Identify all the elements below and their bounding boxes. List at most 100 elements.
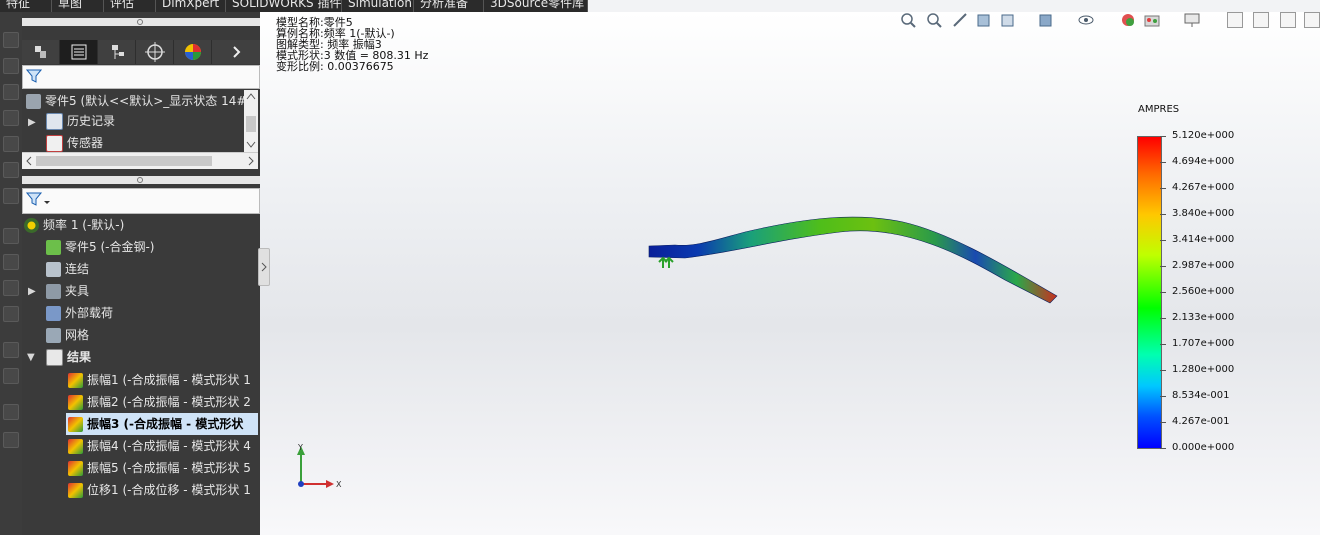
dimxpert-manager-tab[interactable] — [136, 40, 174, 64]
panel-splitter[interactable] — [22, 176, 260, 184]
property-manager-tab[interactable] — [60, 40, 98, 64]
graphics-area[interactable]: 模型名称:零件5 算例名称:频率 1(-默认-) 图解类型: 频率 振幅3 模式… — [260, 12, 1320, 535]
tool-icon[interactable] — [3, 306, 19, 322]
result-item-displacement1[interactable]: 位移1 (-合成位移 - 模式形状 1 — [68, 479, 251, 501]
tool-icon[interactable] — [3, 188, 19, 204]
legend-value: 4.267e-001 — [1172, 416, 1230, 427]
legend-tick — [1160, 344, 1166, 345]
results-label: 结果 — [67, 350, 92, 364]
filter-icon — [26, 69, 42, 83]
tool-icon[interactable] — [3, 404, 19, 420]
results-folder-icon — [46, 349, 63, 366]
tool-icon[interactable] — [3, 432, 19, 448]
tab-solidworks-addins[interactable]: SOLIDWORKS 插件 — [226, 0, 342, 12]
upper-tree-horizontal-scrollbar[interactable] — [22, 152, 258, 169]
zoom-area-icon[interactable] — [926, 12, 942, 28]
panel-collapse-handle[interactable] — [258, 248, 270, 286]
sensor-icon — [46, 135, 63, 152]
study-root-item[interactable]: 频率 1 (-默认-) — [24, 214, 124, 236]
tool-icon[interactable] — [3, 32, 19, 48]
tool-icon[interactable] — [3, 254, 19, 270]
legend-value: 4.694e+000 — [1172, 156, 1235, 167]
hide-show-icon[interactable] — [1078, 12, 1094, 28]
tool-icon[interactable] — [3, 368, 19, 384]
legend-tick — [1160, 162, 1166, 163]
expand-arrow-icon[interactable]: ▶ — [28, 117, 36, 128]
restore-right-icon[interactable] — [1253, 12, 1269, 28]
result-item-amplitude2[interactable]: 振幅2 (-合成振幅 - 模式形状 2 — [68, 391, 251, 413]
tree-item-external-loads[interactable]: 外部载荷 — [46, 302, 113, 324]
tree-item-sensors[interactable]: 传感器 — [46, 132, 103, 152]
load-arrow-icon — [46, 306, 61, 321]
display-style-icon[interactable] — [1038, 12, 1054, 28]
result-plot-icon — [68, 417, 83, 432]
frequency-study-icon — [24, 218, 39, 233]
legend-value: 5.120e+000 — [1172, 130, 1235, 141]
study-tree: 频率 1 (-默认-) 零件5 (-合金钢-) 连结 ▶ 夹具 外部载荷 网格 … — [22, 214, 260, 514]
deformed-beam-model[interactable] — [645, 212, 1065, 312]
appearance-icon[interactable] — [1120, 12, 1136, 28]
tool-icon[interactable] — [3, 136, 19, 152]
result-label: 位移1 (-合成位移 - 模式形状 1 — [87, 483, 251, 497]
upper-tree-vertical-scrollbar[interactable] — [244, 90, 258, 152]
zoom-to-fit-icon[interactable] — [900, 12, 916, 28]
scene-icon[interactable] — [1144, 12, 1160, 28]
configuration-manager-tab[interactable] — [98, 40, 136, 64]
result-plot-icon — [68, 395, 83, 410]
connection-icon — [46, 262, 61, 277]
tab-features[interactable]: 特征 — [0, 0, 52, 12]
tool-icon[interactable] — [3, 342, 19, 358]
result-plot-icon — [68, 483, 83, 498]
tab-sketch[interactable]: 草图 — [52, 0, 104, 12]
result-item-amplitude1[interactable]: 振幅1 (-合成振幅 - 模式形状 1 — [68, 369, 251, 391]
section-view-icon[interactable] — [976, 12, 992, 28]
legend-value: 4.267e+000 — [1172, 182, 1235, 193]
split-view-icon[interactable] — [1280, 12, 1296, 28]
tool-icon[interactable] — [3, 162, 19, 178]
tree-filter-bar[interactable] — [22, 65, 260, 89]
part-root-item[interactable]: 零件5 (默认<<默认>_显示状态 14# — [26, 90, 244, 112]
restore-left-icon[interactable] — [1227, 12, 1243, 28]
crosshair-icon — [145, 42, 165, 62]
tree-item-connections[interactable]: 连结 — [46, 258, 89, 280]
tab-simulation[interactable]: Simulation — [342, 0, 414, 12]
manager-tabs — [22, 40, 260, 64]
legend-value: 1.280e+000 — [1172, 364, 1235, 375]
more-tabs-chevron[interactable] — [212, 40, 250, 64]
tree-item-results[interactable]: 结果 — [46, 346, 91, 368]
legend-tick — [1160, 136, 1166, 137]
result-item-amplitude4[interactable]: 振幅4 (-合成振幅 - 模式形状 4 — [68, 435, 251, 457]
legend-value: 8.534e-001 — [1172, 390, 1230, 401]
tool-icon[interactable] — [3, 280, 19, 296]
part-icon — [26, 94, 41, 109]
view-orientation-icon[interactable] — [1000, 12, 1016, 28]
tab-analysis-prep[interactable]: 分析准备 — [414, 0, 484, 12]
scroll-thumb[interactable] — [36, 156, 212, 166]
expand-arrow-icon[interactable]: ▶ — [28, 286, 36, 297]
display-manager-tab[interactable] — [174, 40, 212, 64]
view-settings-icon[interactable] — [1184, 12, 1200, 28]
tree-item-history[interactable]: 历史记录 — [46, 110, 115, 132]
tree-item-mesh[interactable]: 网格 — [46, 324, 89, 346]
tree-item-part[interactable]: 零件5 (-合金钢-) — [46, 236, 154, 258]
panel-splitter[interactable] — [22, 18, 260, 26]
feature-manager-tab[interactable] — [22, 40, 60, 64]
tab-3dsource[interactable]: 3DSource零件库 — [484, 0, 588, 12]
collapse-arrow-icon[interactable]: ▼ — [27, 352, 35, 363]
tree-item-fixtures[interactable]: 夹具 — [46, 280, 89, 302]
previous-view-icon[interactable] — [952, 12, 968, 28]
result-item-amplitude5[interactable]: 振幅5 (-合成振幅 - 模式形状 5 — [68, 457, 251, 479]
tab-evaluate[interactable]: 评估 — [104, 0, 156, 12]
result-label: 振幅5 (-合成振幅 - 模式形状 5 — [87, 461, 251, 475]
tab-dimxpert[interactable]: DimXpert — [156, 0, 226, 12]
part-material-icon — [46, 240, 61, 255]
tool-icon[interactable] — [3, 58, 19, 74]
tool-icon[interactable] — [3, 84, 19, 100]
maximize-view-icon[interactable] — [1304, 12, 1320, 28]
part-root-label: 零件5 (默认<<默认>_显示状态 14# — [45, 94, 244, 108]
tool-icon[interactable] — [3, 110, 19, 126]
tool-icon[interactable] — [3, 228, 19, 244]
study-filter-bar[interactable] — [22, 188, 260, 214]
result-item-amplitude3[interactable]: 振幅3 (-合成振幅 - 模式形状 — [66, 413, 258, 435]
result-label: 振幅2 (-合成振幅 - 模式形状 2 — [87, 395, 251, 409]
